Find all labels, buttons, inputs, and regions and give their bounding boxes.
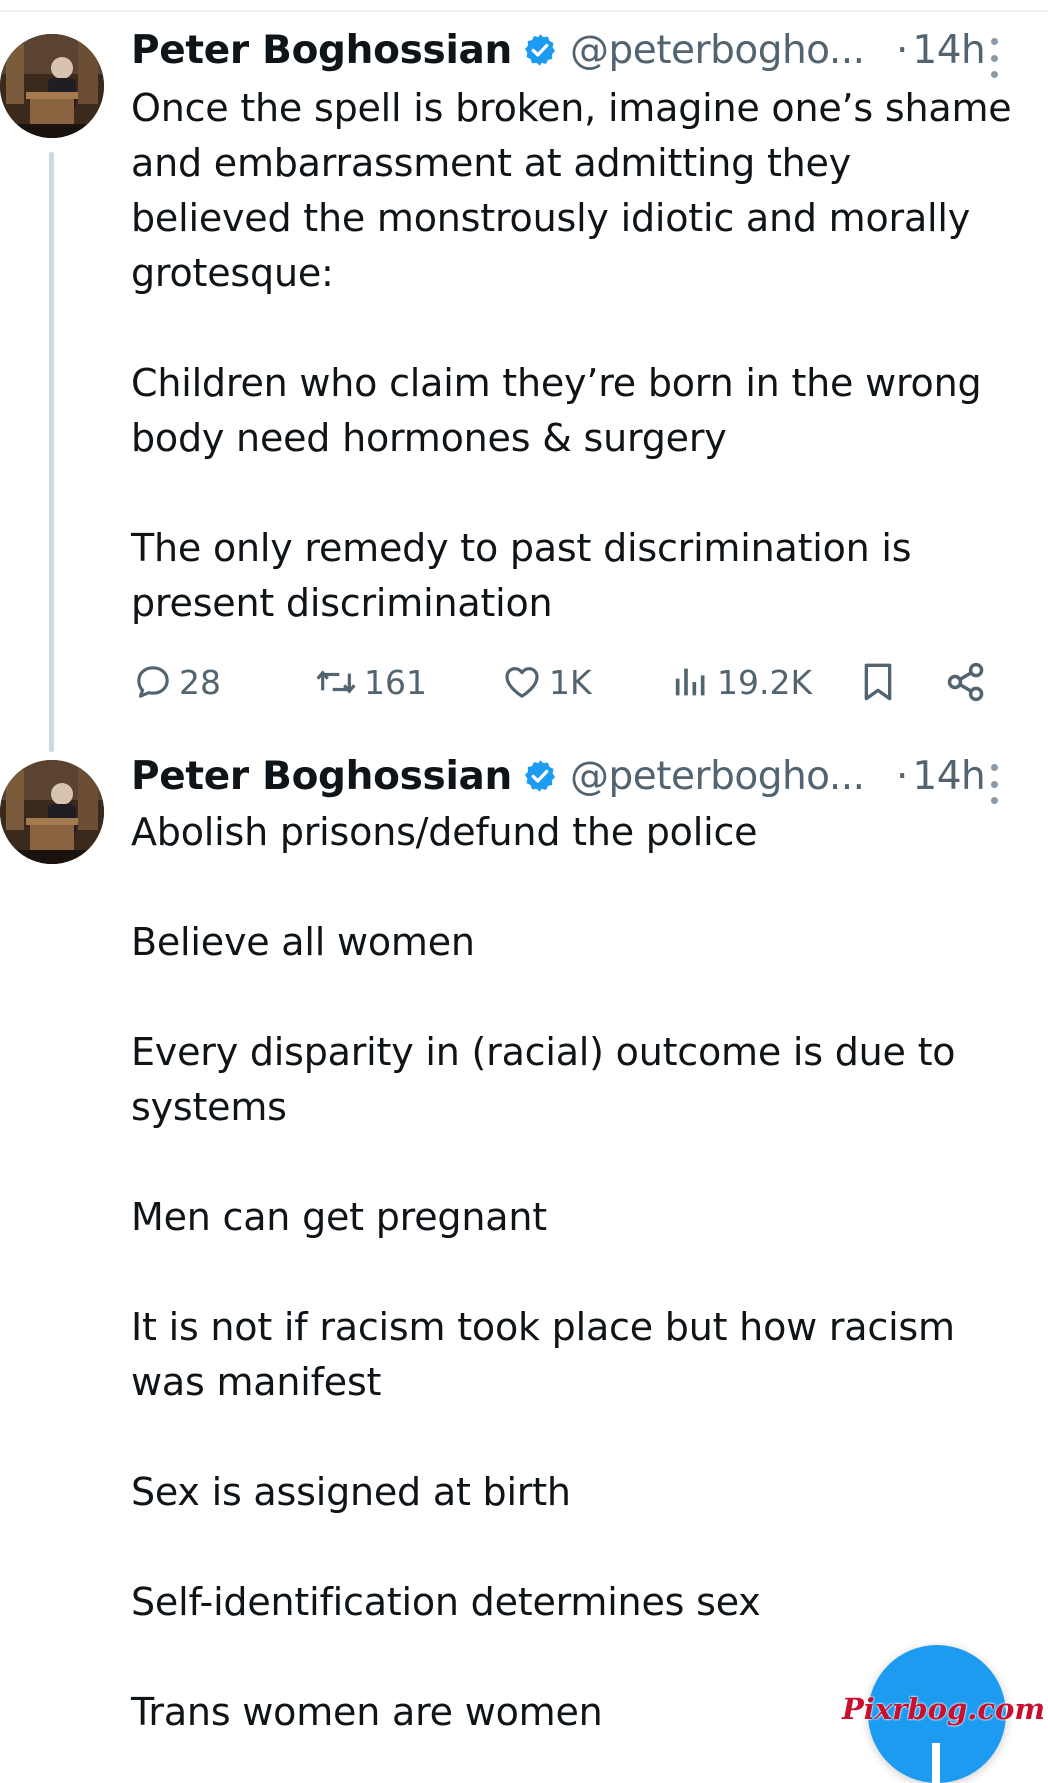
watermark-text: Pixrbog.com <box>842 1692 1046 1726</box>
avatar[interactable] <box>0 760 104 864</box>
tweet-text-line: Believe all women <box>131 920 475 964</box>
tweet-text-line: Self-identification determines sex <box>131 1580 761 1624</box>
tweet-text-line: Abolish prisons/defund the police <box>131 810 758 854</box>
tweet-text-line: It is not if racism took place but how r… <box>131 1305 955 1349</box>
more-options-icon[interactable] <box>982 764 1006 804</box>
tweet-text-line: Sex is assigned at birth <box>131 1470 571 1514</box>
tweet-2[interactable]: Peter Boghossian @peterbogho... · 14h Ab… <box>0 0 1048 1748</box>
tweet-text-line: was manifest <box>131 1360 382 1404</box>
header-separator: · <box>896 753 909 799</box>
tweet-header: Peter Boghossian @peterbogho... · 14h <box>131 748 986 804</box>
author-handle[interactable]: @peterbogho... <box>570 754 870 799</box>
tweet-text-line: Every disparity in (racial) outcome is d… <box>131 1030 956 1074</box>
tweet-text-line: systems <box>131 1085 287 1129</box>
plus-icon <box>932 1743 940 1783</box>
tweet-text-line: Men can get pregnant <box>131 1195 547 1239</box>
avatar-photo-image <box>0 760 104 864</box>
tweet-timestamp[interactable]: 14h <box>912 754 985 799</box>
tweet-text-line: Trans women are women <box>131 1690 603 1734</box>
author-name[interactable]: Peter Boghossian <box>131 754 512 799</box>
verified-badge-icon[interactable] <box>522 758 558 794</box>
